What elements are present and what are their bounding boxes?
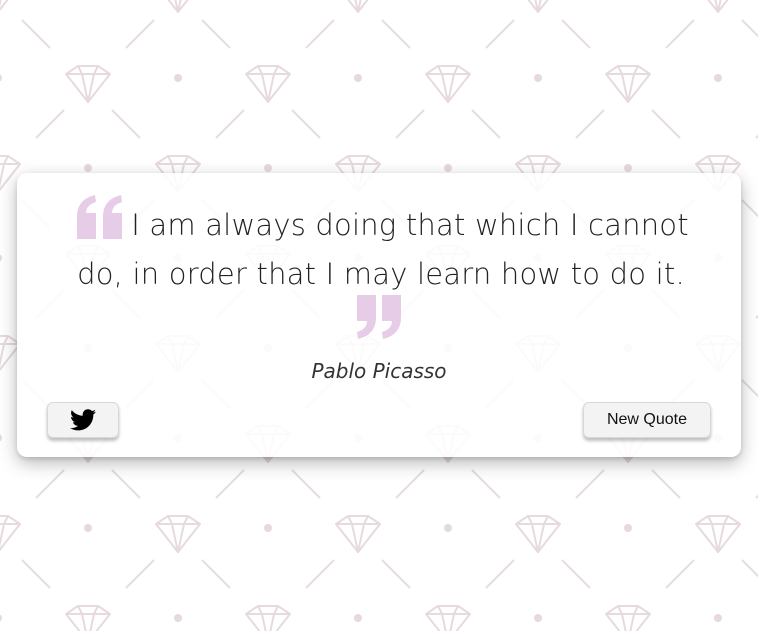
open-quote-icon: [77, 195, 123, 239]
quote-text: I am always doing that which I cannot do…: [77, 208, 689, 291]
close-quote-icon: [357, 295, 401, 339]
new-quote-button[interactable]: New Quote: [583, 402, 711, 438]
quote-text-block: I am always doing that which I cannot do…: [51, 195, 711, 299]
twitter-icon: [70, 409, 96, 431]
tweet-quote-button[interactable]: [47, 402, 119, 438]
quote-box: I am always doing that which I cannot do…: [17, 173, 741, 457]
quote-author: Pablo Picasso: [311, 359, 447, 383]
